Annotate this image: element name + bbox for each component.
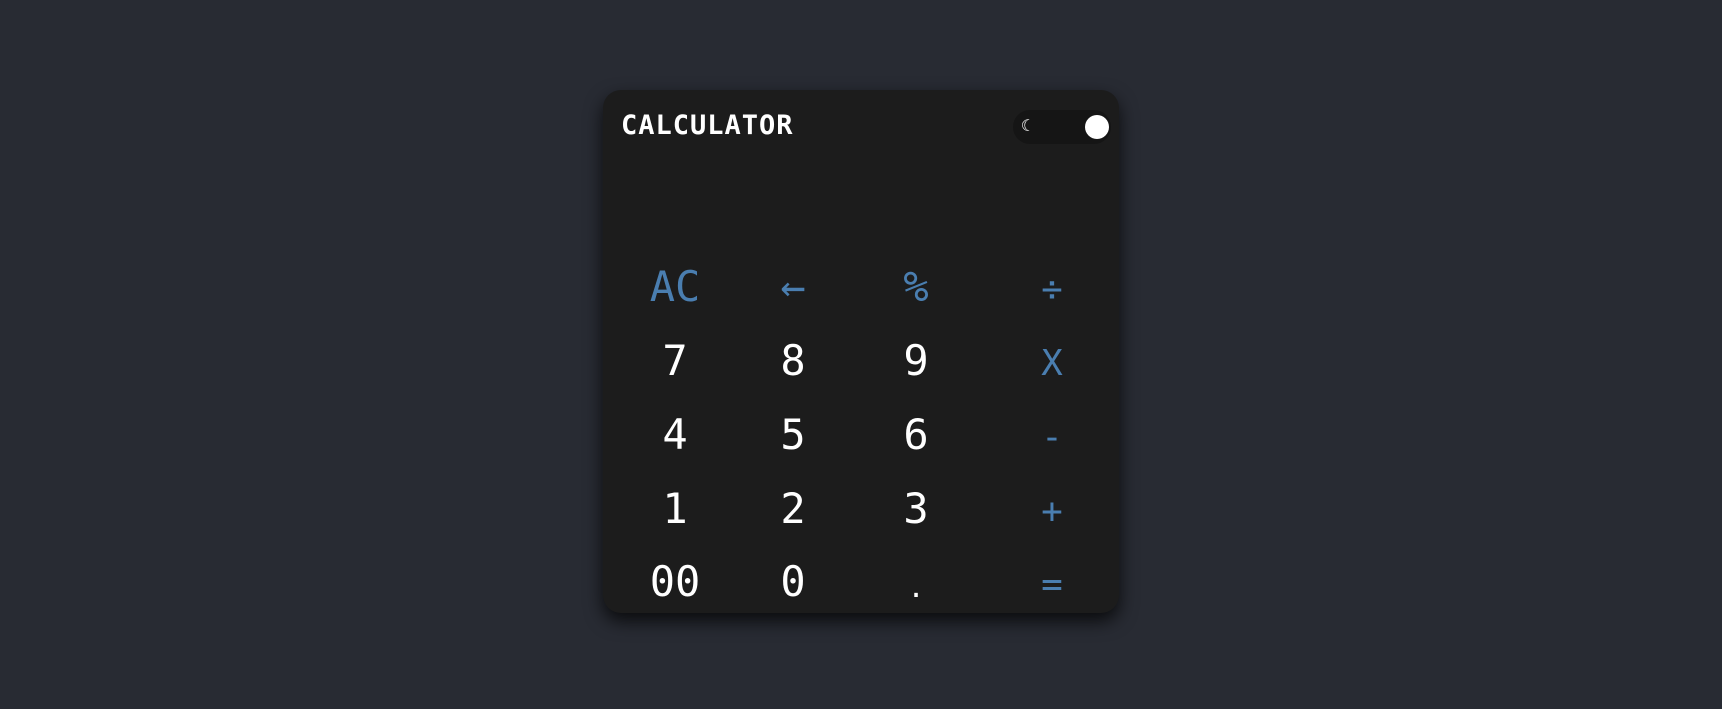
multiply-button[interactable]: X (1002, 333, 1102, 393)
double-zero-button[interactable]: 00 (625, 551, 725, 611)
clear-button[interactable]: AC (625, 256, 725, 316)
decimal-button[interactable]: . (866, 557, 966, 617)
backspace-button[interactable]: ← (743, 256, 843, 316)
digit-4-button[interactable]: 4 (625, 404, 725, 464)
toggle-knob (1085, 115, 1109, 139)
add-button[interactable]: + (1002, 481, 1102, 541)
digit-2-button[interactable]: 2 (743, 478, 843, 538)
equals-button[interactable]: = (1002, 554, 1102, 614)
calculator-panel: CALCULATOR ☾ AC ← % ÷ 7 8 9 X 4 5 6 - 1 … (603, 90, 1119, 613)
app-title: CALCULATOR (621, 110, 794, 141)
percent-button[interactable]: % (866, 256, 966, 316)
divide-button[interactable]: ÷ (1002, 259, 1102, 319)
digit-5-button[interactable]: 5 (743, 404, 843, 464)
digit-6-button[interactable]: 6 (866, 404, 966, 464)
digit-9-button[interactable]: 9 (866, 330, 966, 390)
digit-7-button[interactable]: 7 (625, 330, 725, 390)
calculator-display (623, 160, 1099, 250)
theme-toggle[interactable]: ☾ (1013, 110, 1111, 144)
digit-0-button[interactable]: 0 (743, 551, 843, 611)
digit-8-button[interactable]: 8 (743, 330, 843, 390)
digit-3-button[interactable]: 3 (866, 478, 966, 538)
moon-icon: ☾ (1021, 116, 1031, 135)
subtract-button[interactable]: - (1002, 407, 1102, 467)
digit-1-button[interactable]: 1 (625, 478, 725, 538)
